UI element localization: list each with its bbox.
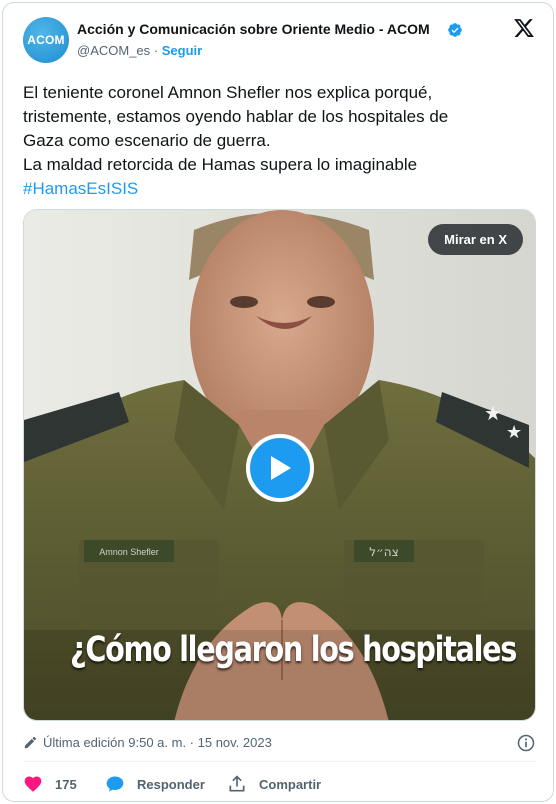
edited-timestamp[interactable]: Última edición 9:50 a. m. · 15 nov. 2023 (43, 735, 272, 750)
uniform-hebrew-tag: צה״ל (369, 545, 399, 559)
reply-button[interactable]: Responder (105, 773, 205, 795)
reply-bubble-icon (106, 776, 124, 792)
tweet-meta: Última edición 9:50 a. m. · 15 nov. 2023 (23, 733, 538, 753)
verified-badge-icon (448, 23, 462, 37)
like-button[interactable]: 175 (23, 773, 77, 795)
share-button[interactable]: Compartir (227, 773, 321, 795)
avatar-label: ACOM (27, 33, 65, 47)
video-caption: ¿Cómo llegaron los hospitales (69, 630, 517, 670)
tweet-text-line: Gaza como escenario de guerra. (23, 131, 271, 150)
svg-text:★: ★ (506, 422, 522, 443)
pencil-icon (24, 736, 37, 749)
heart-icon (24, 776, 42, 792)
author-display-name[interactable]: Acción y Comunicación sobre Oriente Medi… (77, 21, 430, 37)
author-handle[interactable]: @ACOM_es (77, 43, 150, 58)
follow-button[interactable]: Seguir (162, 43, 202, 58)
hashtag-link[interactable]: #HamasEsISIS (23, 177, 538, 201)
info-icon[interactable] (516, 733, 536, 753)
avatar[interactable]: ACOM (23, 17, 69, 63)
uniform-name-tag: Amnon Shefler (99, 547, 159, 557)
author-handle-row: @ACOM_es · Seguir (77, 43, 202, 58)
video-player[interactable]: ★ ★ Amnon Shefler צה״ל Mirar en X ¿Cómo … (23, 209, 536, 721)
tweet-text-line: tristemente, estamos oyendo hablar de lo… (23, 107, 449, 126)
tweet-card: ACOM Acción y Comunicación sobre Oriente… (2, 2, 554, 802)
tweet-text-line: La maldad retorcida de Hamas supera lo i… (23, 155, 418, 174)
tweet-actions: 175 Responder Compartir (23, 773, 538, 795)
divider (23, 761, 536, 762)
play-icon (271, 456, 291, 480)
watch-on-x-button[interactable]: Mirar en X (428, 224, 523, 255)
share-icon (229, 775, 245, 792)
handle-separator: · (153, 43, 159, 58)
share-label: Compartir (259, 776, 322, 792)
tweet-text-line: El teniente coronel Amnon Shefler nos ex… (23, 83, 433, 102)
x-logo-icon[interactable] (513, 17, 535, 39)
like-count: 175 (55, 776, 77, 792)
tweet-text: El teniente coronel Amnon Shefler nos ex… (23, 81, 538, 201)
play-button[interactable] (246, 434, 314, 502)
svg-text:★: ★ (484, 401, 502, 425)
reply-label: Responder (137, 776, 205, 792)
